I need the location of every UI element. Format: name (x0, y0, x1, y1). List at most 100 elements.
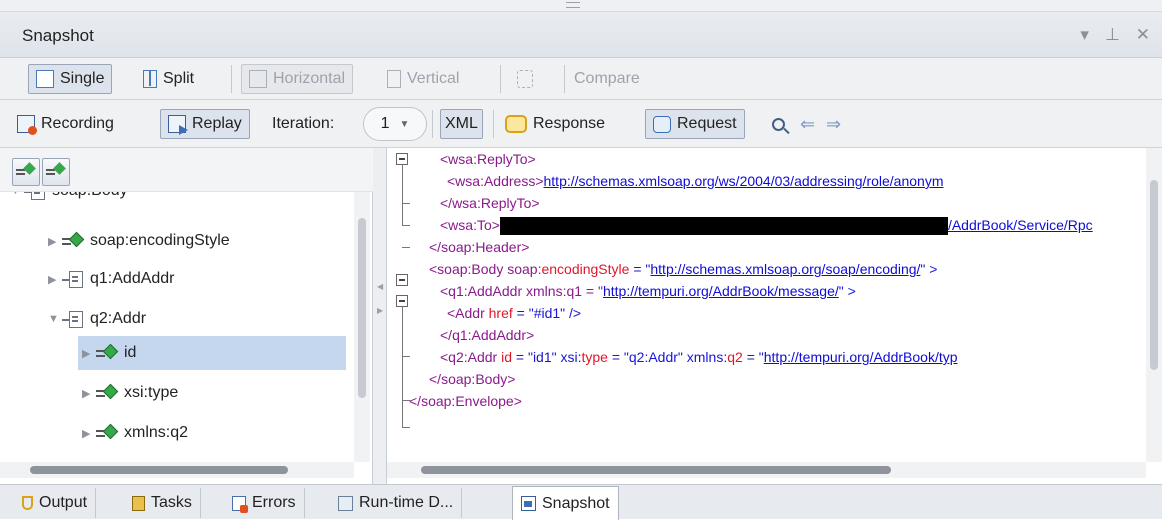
expand-arrow-icon[interactable]: ▶ (48, 235, 62, 248)
xml-link[interactable]: http://tempuri.org/AddrBook/typ (764, 349, 958, 365)
expand-arrow-icon[interactable]: ▶ (82, 427, 96, 440)
iteration-select[interactable]: 1 ▼ (363, 107, 427, 141)
xml-line: <wsa:ReplyTo> (440, 151, 536, 167)
sync-icon (517, 70, 533, 88)
xml-horizontal-scrollbar[interactable] (387, 462, 1146, 478)
element-icon (62, 310, 84, 328)
replay-icon (168, 115, 188, 135)
xml-line: <q2:Addr id = "id1" xsi:type = "q2:Addr"… (440, 349, 958, 365)
view-toolbar: Single Split Horizontal Vertical Compare (0, 58, 1162, 100)
resize-grip[interactable] (566, 2, 580, 8)
tab-runtime-data[interactable]: Run-time D... (330, 488, 463, 518)
single-view-icon (36, 70, 54, 88)
attribute-icon (62, 231, 85, 249)
tree-horizontal-scrollbar[interactable] (0, 462, 354, 478)
tree-item-xmlns-q2[interactable]: ▶ xmlns:q2 (82, 416, 188, 450)
compare-button[interactable]: Compare (567, 64, 647, 94)
previous-arrow-icon[interactable]: ⇐ (796, 109, 819, 139)
separator (432, 110, 433, 138)
iteration-label: Iteration: (272, 115, 335, 132)
errors-icon (232, 495, 248, 513)
tree-vertical-scrollbar[interactable] (354, 192, 370, 462)
attribute-icon (96, 343, 119, 361)
xml-line: <wsa:To>/AddrBook/Service/Rpc (440, 214, 1093, 236)
panel-title-bar: Snapshot ▾ ⊥ ✕ (0, 12, 1162, 58)
panel-controls: ▾ ⊥ ✕ (1080, 25, 1150, 45)
snapshot-toolbar: Recording Replay Iteration: 1 ▼ XML Resp… (0, 100, 1162, 148)
element-icon (62, 270, 84, 288)
search-icon[interactable] (768, 109, 790, 139)
xml-button[interactable]: XML (440, 109, 483, 139)
scrollbar-thumb[interactable] (421, 466, 891, 474)
horizontal-button[interactable]: Horizontal (241, 64, 354, 94)
tree-item-id[interactable]: ▶ id (78, 336, 346, 370)
collapse-arrow-icon[interactable]: ▼ (48, 313, 62, 325)
expand-arrow-icon[interactable]: ▶ (82, 387, 96, 400)
pane-splitter[interactable]: ◀ ▶ (373, 148, 387, 484)
request-button[interactable]: Request (645, 109, 745, 139)
separator (231, 65, 232, 93)
fold-toggle-icon[interactable] (396, 153, 408, 165)
tree-item-q2-addr[interactable]: ▼ q2:Addr (48, 302, 146, 336)
redaction-bar (499, 217, 948, 236)
next-arrow-icon[interactable]: ⇒ (822, 109, 845, 139)
sync-button[interactable] (510, 64, 540, 94)
recording-button[interactable]: Recording (10, 109, 121, 139)
scrollbar-thumb[interactable] (1150, 180, 1158, 370)
expand-arrow-icon[interactable]: ▶ (82, 347, 96, 360)
runtime-data-icon (338, 495, 353, 511)
tab-tasks[interactable]: Tasks (124, 488, 201, 518)
panel-title: Snapshot (22, 26, 94, 45)
tab-output[interactable]: Output (14, 488, 97, 518)
recording-icon (17, 115, 37, 135)
tree-item-q1-addaddr[interactable]: ▶ q1:AddAddr (48, 262, 175, 296)
vertical-icon (387, 70, 401, 88)
output-icon (22, 496, 33, 510)
split-button[interactable]: Split (136, 64, 201, 94)
pin-icon[interactable]: ⊥ (1105, 25, 1120, 45)
collapse-left-icon[interactable]: ◀ (377, 282, 383, 291)
scrollbar-thumb[interactable] (30, 466, 288, 474)
expand-arrow-icon[interactable]: ▶ (48, 273, 62, 286)
response-icon (505, 115, 527, 133)
xml-link[interactable]: http://tempuri.org/AddrBook/message/ (603, 283, 839, 299)
xml-vertical-scrollbar[interactable] (1146, 148, 1162, 462)
xml-link[interactable]: http://schemas.xmlsoap.org/soap/encoding… (650, 261, 920, 277)
vertical-button[interactable]: Vertical (380, 64, 466, 94)
split-view-icon (143, 70, 157, 88)
horizontal-icon (249, 70, 267, 88)
xml-line: </soap:Header> (429, 239, 530, 255)
xml-line: </soap:Body> (429, 371, 516, 387)
fold-toggle-icon[interactable] (396, 274, 408, 286)
dock-top-strip (0, 0, 1162, 12)
tree-item-xsi-type[interactable]: ▶ xsi:type (82, 376, 178, 410)
tree-row-partial[interactable]: ▼ soap:Body (10, 192, 128, 204)
tree-item-soap-encodingstyle[interactable]: ▶ soap:encodingStyle (48, 224, 230, 258)
response-button[interactable]: Response (498, 109, 612, 139)
separator (500, 65, 501, 93)
tree-toolbar (0, 148, 373, 192)
xml-line: </q1:AddAddr> (440, 327, 535, 343)
request-icon (653, 115, 671, 133)
xml-line: </soap:Envelope> (409, 393, 522, 409)
attribute-icon (96, 423, 119, 441)
expand-all-icon[interactable] (12, 158, 40, 186)
element-icon (24, 192, 46, 200)
dropdown-icon[interactable]: ▾ (1080, 25, 1089, 45)
xml-link[interactable]: http://schemas.xmlsoap.org/ws/2004/03/ad… (544, 173, 944, 189)
collapse-all-icon[interactable] (42, 158, 70, 186)
fold-toggle-icon[interactable] (396, 295, 408, 307)
tasks-icon (132, 495, 145, 511)
scrollbar-thumb[interactable] (358, 218, 366, 398)
close-icon[interactable]: ✕ (1136, 25, 1150, 45)
xml-view: <wsa:ReplyTo> <wsa:Address>http://schema… (387, 148, 1162, 484)
xml-line: <soap:Body soap:encodingStyle = "http://… (429, 261, 938, 277)
single-button[interactable]: Single (28, 64, 113, 94)
replay-button[interactable]: Replay (160, 109, 250, 139)
tab-snapshot[interactable]: Snapshot (512, 486, 619, 520)
xml-line: </wsa:ReplyTo> (440, 195, 540, 211)
separator (493, 110, 494, 138)
xml-link[interactable]: /AddrBook/Service/Rpc (948, 217, 1093, 233)
tab-errors[interactable]: Errors (224, 488, 305, 518)
expand-right-icon[interactable]: ▶ (377, 306, 383, 315)
